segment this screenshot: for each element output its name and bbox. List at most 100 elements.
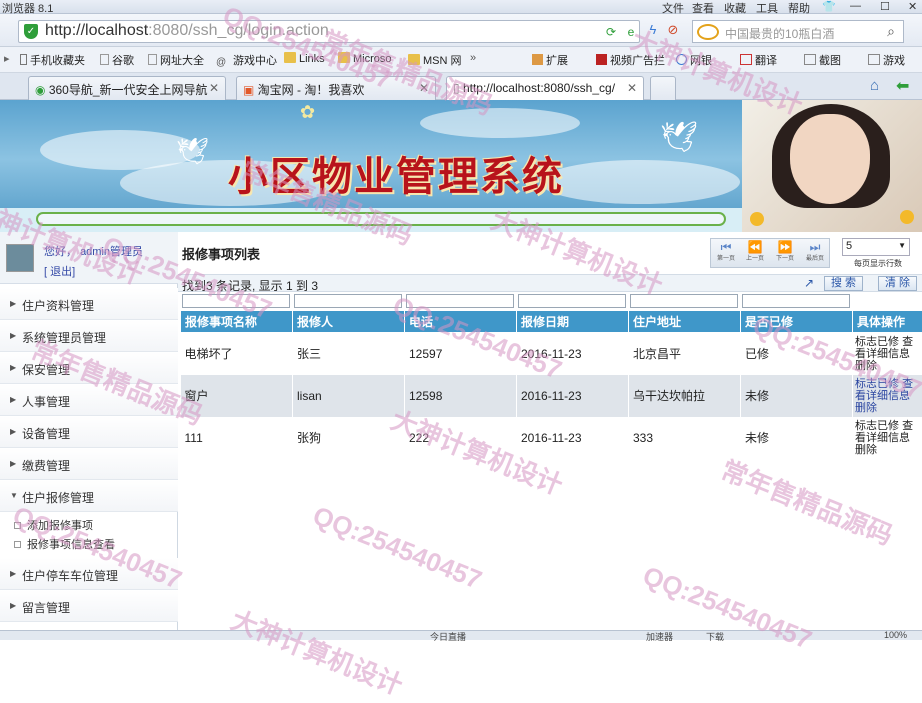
submenu-label: 报修事项信息查看 bbox=[27, 539, 115, 551]
fav-label: 游戏中心 bbox=[233, 55, 277, 67]
fav-sites[interactable]: 网址大全 bbox=[148, 52, 204, 68]
filter-person-input[interactable] bbox=[294, 294, 402, 308]
chevron-down-icon: ▼ bbox=[10, 491, 18, 500]
maximize-button[interactable]: ☐ bbox=[880, 0, 890, 13]
minimize-button[interactable]: — bbox=[850, 0, 861, 12]
search-engine-icon[interactable] bbox=[697, 24, 719, 40]
close-tab-icon[interactable]: ✕ bbox=[627, 81, 637, 95]
lightning-icon[interactable]: ϟ bbox=[644, 22, 662, 40]
tool-bank[interactable]: 网银 bbox=[676, 52, 712, 68]
first-page-button[interactable]: ⏮第一页 bbox=[712, 242, 740, 264]
menu-label: 保安管理 bbox=[22, 361, 70, 378]
refresh-icon[interactable]: ⟳ bbox=[603, 24, 619, 40]
tab-localhost[interactable]: ▯ http://localhost:8080/ssh_cg/✕ bbox=[446, 76, 644, 100]
search-input[interactable]: 中国最贵的10瓶白酒 bbox=[725, 25, 834, 42]
shirt-icon[interactable]: 👕 bbox=[822, 0, 836, 13]
col-header[interactable]: 报修人 bbox=[293, 311, 405, 333]
greeting-text: 您好， bbox=[44, 246, 77, 258]
dove-icon: 🕊 bbox=[176, 136, 209, 167]
search-button[interactable]: 搜 索 bbox=[824, 276, 863, 291]
export-icon[interactable]: ↗ bbox=[804, 276, 814, 290]
menu-resident-info[interactable]: ▶住户资料管理 bbox=[0, 288, 178, 320]
status-live[interactable]: 今日直播 bbox=[430, 630, 466, 643]
filter-address-input[interactable] bbox=[630, 294, 738, 308]
tab-360-nav[interactable]: ◉ 360导航_新一代安全上网导航✕ bbox=[28, 76, 226, 100]
filter-name-input[interactable] bbox=[182, 294, 290, 308]
mark-fixed-link[interactable]: 标志已修 bbox=[855, 378, 899, 390]
block-icon[interactable]: ⊘ bbox=[664, 22, 682, 40]
menu-security[interactable]: ▶保安管理 bbox=[0, 352, 178, 384]
fav-google[interactable]: 谷歌 bbox=[100, 52, 134, 68]
search-box[interactable]: 中国最贵的10瓶白酒 bbox=[692, 20, 904, 43]
fav-games[interactable]: @游戏中心 bbox=[216, 52, 277, 68]
col-header[interactable]: 报修日期 bbox=[517, 311, 629, 333]
tab-taobao[interactable]: ▣ 淘宝网 - 淘！我喜欢✕ bbox=[236, 76, 436, 100]
menu-messages[interactable]: ▶留言管理 bbox=[0, 590, 178, 622]
menu-repair[interactable]: ▼住户报修管理 bbox=[0, 480, 178, 512]
col-header[interactable]: 住户地址 bbox=[629, 311, 741, 333]
col-header[interactable]: 报修事项名称 bbox=[181, 311, 293, 333]
page-icon bbox=[100, 54, 109, 65]
favorites-toggle-icon[interactable]: ▸ bbox=[4, 52, 10, 65]
fav-links[interactable]: Links bbox=[284, 52, 325, 65]
search-icon[interactable]: ⌕ bbox=[880, 21, 902, 42]
fav-msn[interactable]: MSN 网 bbox=[408, 52, 462, 68]
status-download[interactable]: 下载 bbox=[706, 630, 724, 643]
delete-link[interactable]: 删除 bbox=[855, 402, 877, 414]
tool-translate[interactable]: 翻译 bbox=[740, 52, 777, 68]
last-page-button[interactable]: ⏭最后页 bbox=[801, 242, 829, 264]
fav-microsoft[interactable]: Microso bbox=[338, 52, 392, 65]
mark-fixed-link[interactable]: 标志已修 bbox=[855, 420, 899, 432]
submenu-view-repair[interactable]: 报修事项信息查看 bbox=[14, 536, 115, 552]
col-header[interactable]: 电话 bbox=[405, 311, 517, 333]
filter-phone-input[interactable] bbox=[406, 294, 514, 308]
tool-label: 翻译 bbox=[755, 55, 777, 67]
tool-games[interactable]: 游戏 bbox=[868, 52, 905, 68]
cell-date: 2016-11-23 bbox=[517, 417, 629, 459]
tool-adblock[interactable]: 视频广告拦 bbox=[596, 52, 665, 68]
delete-link[interactable]: 删除 bbox=[855, 444, 877, 456]
address-bar[interactable]: ✓ http://localhost:8080/ssh_cg/login.act… bbox=[18, 20, 640, 43]
filter-date-input[interactable] bbox=[518, 294, 626, 308]
url-text[interactable]: http://localhost:8080/ssh_cg/login.actio… bbox=[45, 22, 329, 40]
col-header[interactable]: 是否已修 bbox=[741, 311, 853, 333]
logout-link[interactable]: [ 退出] bbox=[44, 263, 75, 279]
status-accelerator[interactable]: 加速器 bbox=[646, 630, 673, 643]
home-icon[interactable]: ⌂ bbox=[870, 77, 879, 94]
tool-screenshot[interactable]: 截图 bbox=[804, 52, 841, 68]
folder-icon bbox=[408, 54, 420, 65]
next-page-button[interactable]: ⏩下一页 bbox=[771, 242, 799, 264]
filter-fixed-input[interactable] bbox=[742, 294, 850, 308]
more-favorites-icon[interactable]: » bbox=[470, 52, 476, 64]
submenu-add-repair[interactable]: 添加报修事项 bbox=[14, 517, 93, 533]
zoom-level[interactable]: 100% bbox=[884, 630, 907, 640]
mark-fixed-link[interactable]: 标志已修 bbox=[855, 336, 899, 348]
menu-equipment[interactable]: ▶设备管理 bbox=[0, 416, 178, 448]
folder-icon bbox=[338, 52, 350, 63]
window-title-bar: 浏览器 8.1 文件 查看 收藏 工具 帮助 👕 — ☐ ✕ bbox=[0, 0, 922, 14]
clear-button[interactable]: 清 除 bbox=[878, 276, 917, 291]
folder-icon bbox=[284, 52, 296, 63]
fav-label: 手机收藏夹 bbox=[30, 55, 85, 67]
prev-page-button[interactable]: ⏪上一页 bbox=[741, 242, 769, 264]
menu-payment[interactable]: ▶缴费管理 bbox=[0, 448, 178, 480]
globe-icon bbox=[676, 54, 687, 65]
ie-mode-icon[interactable]: e bbox=[623, 24, 639, 40]
menu-hr[interactable]: ▶人事管理 bbox=[0, 384, 178, 416]
dove-icon: 🕊 bbox=[660, 120, 698, 155]
delete-link[interactable]: 删除 bbox=[855, 360, 877, 372]
menu-parking[interactable]: ▶住户停车车位管理 bbox=[0, 558, 178, 590]
close-tab-icon[interactable]: ✕ bbox=[209, 81, 219, 95]
avatar bbox=[6, 244, 34, 272]
tool-extensions[interactable]: 扩展 bbox=[532, 52, 568, 68]
fav-mobile[interactable]: 手机收藏夹 bbox=[20, 52, 85, 68]
page-size-select[interactable]: 5▼ bbox=[842, 238, 910, 256]
result-info-bar: 找到3 条记录, 显示 1 到 3 ↗ 搜 索 清 除 bbox=[178, 274, 922, 292]
menu-admin[interactable]: ▶系统管理员管理 bbox=[0, 320, 178, 352]
url-host: http://localhost bbox=[45, 22, 148, 39]
back-arrow-icon[interactable]: ⬅ bbox=[896, 76, 909, 96]
page-title: 报修事项列表 bbox=[182, 244, 260, 263]
close-tab-icon[interactable]: ✕ bbox=[419, 81, 429, 95]
new-tab-button[interactable] bbox=[650, 76, 676, 100]
close-window-button[interactable]: ✕ bbox=[908, 0, 917, 13]
